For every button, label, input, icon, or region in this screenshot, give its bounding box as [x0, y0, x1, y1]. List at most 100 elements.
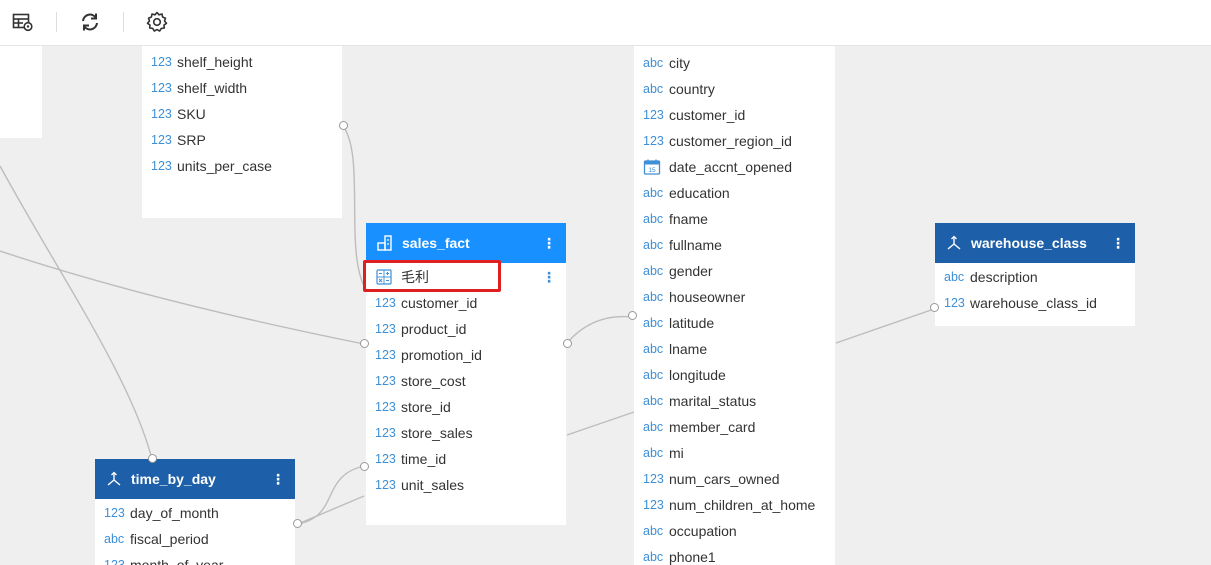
field-name: day_of_month — [130, 505, 219, 521]
field-name: unit_sales — [401, 477, 465, 493]
more-vertical-icon[interactable]: ⋮ — [1111, 235, 1125, 252]
field-row[interactable]: 123 SKU — [142, 101, 342, 127]
connector-dot[interactable] — [563, 339, 572, 348]
field-type-label: abc — [643, 446, 664, 460]
field-row[interactable]: 123 SRP — [142, 127, 342, 153]
connector-dot[interactable] — [148, 454, 157, 463]
field-row[interactable]: 123 shelf_height — [142, 49, 342, 75]
field-name: customer_id — [401, 295, 478, 311]
field-row[interactable]: 123 customer_id — [366, 290, 566, 316]
field-name: store_sales — [401, 425, 473, 441]
field-row[interactable]: 123 store_cost — [366, 368, 566, 394]
time-by-day-header[interactable]: time_by_day ⋮ — [95, 459, 295, 499]
toolbar — [0, 0, 1211, 46]
warehouse-class-header[interactable]: warehouse_class ⋮ — [935, 223, 1135, 263]
field-name: longitude — [669, 367, 726, 383]
connector-dot[interactable] — [339, 121, 348, 130]
field-row[interactable]: 123 unit_sales — [366, 472, 566, 498]
field-type-label: 123 — [375, 322, 396, 336]
field-name: mi — [669, 445, 684, 461]
field-row[interactable]: abc member_card — [634, 414, 835, 440]
connector-dot[interactable] — [628, 311, 637, 320]
field-type-label: 123 — [375, 374, 396, 388]
connector-dot[interactable] — [360, 339, 369, 348]
field-type-label: 123 — [151, 133, 172, 147]
field-row[interactable]: 123 day_of_month — [95, 500, 295, 526]
field-row[interactable]: 123 customer_id — [634, 102, 835, 128]
field-row[interactable]: abc fname — [634, 206, 835, 232]
field-type-label: 123 — [643, 472, 664, 486]
refresh-icon[interactable] — [79, 11, 101, 33]
field-row[interactable]: 123 store_sales — [366, 420, 566, 446]
field-type-label: abc — [104, 532, 125, 546]
highlight-box — [363, 260, 501, 292]
field-row[interactable]: abc occupation — [634, 518, 835, 544]
field-row[interactable]: 123 time_id — [366, 446, 566, 472]
gear-icon[interactable] — [146, 11, 168, 33]
connector-dot[interactable] — [360, 462, 369, 471]
field-row[interactable]: abc lname — [634, 336, 835, 362]
field-row[interactable]: 15 date_accnt_opened — [634, 154, 835, 180]
connector-dot[interactable] — [930, 303, 939, 312]
field-name: shelf_height — [177, 54, 253, 70]
diagram-canvas[interactable]: 123 shelf_height 123 shelf_width 123 SKU 123 SR… — [0, 46, 1211, 565]
field-name: units_per_case — [177, 158, 272, 174]
more-vertical-icon[interactable]: ⋮ — [542, 269, 556, 286]
field-row[interactable]: abc phone1 — [634, 544, 835, 565]
field-row[interactable]: abc mi — [634, 440, 835, 466]
field-row[interactable]: 123 store_id — [366, 394, 566, 420]
field-row[interactable]: 123 num_cars_owned — [634, 466, 835, 492]
field-type-label: abc — [643, 316, 664, 330]
field-type-label: 123 — [151, 55, 172, 69]
field-type-label: abc — [643, 56, 664, 70]
field-type-label: abc — [643, 238, 664, 252]
field-row[interactable]: abc longitude — [634, 362, 835, 388]
field-name: member_card — [669, 419, 756, 435]
date-type-icon: 15 — [643, 159, 661, 175]
sales-fact-header[interactable]: sales_fact ⋮ — [366, 223, 566, 263]
field-row[interactable]: abc latitude — [634, 310, 835, 336]
field-name: month_of_year — [130, 557, 224, 565]
field-name: customer_id — [669, 107, 746, 123]
field-row[interactable]: abc description — [935, 264, 1135, 290]
more-vertical-icon[interactable]: ⋮ — [542, 235, 556, 252]
field-name: education — [669, 185, 730, 201]
field-type-label: abc — [643, 82, 664, 96]
field-row[interactable]: 123 month_of_year — [95, 552, 295, 565]
fact-table-icon — [377, 235, 392, 251]
field-row[interactable]: abc marital_status — [634, 388, 835, 414]
field-name: SKU — [177, 106, 206, 122]
field-type-label: abc — [643, 368, 664, 382]
field-row[interactable]: abc city — [634, 50, 835, 76]
field-row[interactable]: 123 shelf_width — [142, 75, 342, 101]
warehouse-class-title: warehouse_class — [971, 235, 1087, 251]
field-row[interactable]: abc fiscal_period — [95, 526, 295, 552]
field-type-label: abc — [643, 524, 664, 538]
connector-dot[interactable] — [293, 519, 302, 528]
field-row[interactable]: 123 num_children_at_home — [634, 492, 835, 518]
field-type-label: 123 — [151, 107, 172, 121]
field-row[interactable]: 123 promotion_id — [366, 342, 566, 368]
dimension-table-icon — [107, 471, 121, 486]
more-vertical-icon[interactable]: ⋮ — [271, 471, 285, 488]
field-type-label: 123 — [643, 134, 664, 148]
field-row[interactable]: 123 warehouse_class_id — [935, 290, 1135, 316]
field-type-label: 123 — [104, 506, 125, 520]
field-row[interactable]: abc fullname — [634, 232, 835, 258]
table-settings-icon[interactable] — [12, 11, 34, 33]
field-type-label: abc — [643, 212, 664, 226]
field-name: customer_region_id — [669, 133, 792, 149]
field-name: warehouse_class_id — [970, 295, 1097, 311]
field-row[interactable]: abc country — [634, 76, 835, 102]
field-row[interactable]: abc gender — [634, 258, 835, 284]
field-row[interactable]: 123 customer_region_id — [634, 128, 835, 154]
field-type-label: abc — [643, 186, 664, 200]
field-type-label: abc — [643, 420, 664, 434]
field-name: latitude — [669, 315, 715, 331]
field-row[interactable]: 123 units_per_case — [142, 153, 342, 179]
field-row[interactable]: 123 product_id — [366, 316, 566, 342]
field-row[interactable]: abc education — [634, 180, 835, 206]
field-row[interactable]: abc houseowner — [634, 284, 835, 310]
field-type-label: 123 — [375, 400, 396, 414]
field-type-label: 123 — [944, 296, 965, 310]
